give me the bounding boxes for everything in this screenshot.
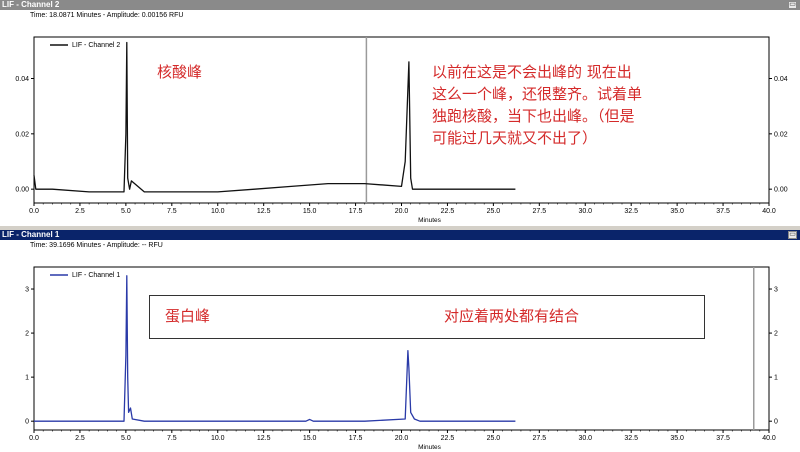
x-axis-label: Minutes (418, 217, 442, 224)
nucleic-acid-peak-label: 核酸峰 (157, 63, 203, 81)
y-tick-label-right: 0.02 (774, 131, 788, 138)
x-tick-label: 30.0 (578, 435, 592, 442)
x-tick-label: 27.5 (533, 435, 547, 442)
y-tick-label: 0.04 (15, 76, 29, 83)
protein-peak-label: 蛋白峰 (165, 307, 211, 325)
binding-comment: 对应着两处都有结合 (444, 307, 580, 325)
x-tick-label: 15.0 (303, 435, 317, 442)
y-tick-label-right: 0.00 (774, 187, 788, 194)
x-tick-label: 40.0 (762, 435, 776, 442)
y-tick-label: 0.00 (15, 187, 29, 194)
x-tick-label: 17.5 (349, 435, 363, 442)
comment-line: 这么一个峰，还很整齐。试着单 (432, 85, 643, 103)
x-tick-label: 25.0 (487, 208, 501, 215)
x-tick-label: 10.0 (211, 208, 225, 215)
y-tick-label: 0.02 (15, 131, 29, 138)
x-tick-label: 20.0 (395, 435, 409, 442)
x-tick-label: 22.5 (441, 435, 455, 442)
y-tick-label-right: 3 (774, 287, 778, 294)
x-tick-label: 35.0 (670, 208, 684, 215)
y-tick-label: 0 (25, 419, 29, 426)
x-tick-label: 32.5 (624, 208, 638, 215)
y-tick-label-right: 0 (774, 419, 778, 426)
comment-line: 以前在这是不会出峰的 现在出 (432, 63, 632, 81)
comment-line: 可能过几天就又不出了） (432, 129, 598, 147)
comment-line: 独跑核酸，当下也出峰。（但是 (432, 107, 635, 125)
plot-area (33, 266, 770, 431)
x-tick-label: 12.5 (257, 208, 271, 215)
y-tick-label-right: 0.04 (774, 76, 788, 83)
x-tick-label: 2.5 (75, 435, 85, 442)
x-tick-label: 0.0 (29, 208, 39, 215)
legend-label: LIF - Channel 2 (72, 42, 120, 49)
x-tick-label: 37.5 (716, 208, 730, 215)
legend-label: LIF - Channel 1 (72, 272, 120, 279)
restore-icon[interactable]: ▭ (788, 231, 797, 239)
channel2-title: LIF - Channel 2 (2, 0, 60, 9)
y-tick-label-right: 2 (774, 331, 778, 338)
x-tick-label: 32.5 (624, 435, 638, 442)
x-tick-label: 10.0 (211, 435, 225, 442)
channel2-plot[interactable]: LIF - Channel 2 0.0 2.5 5.0 7.5 10.0 12.5 15.0… (0, 10, 800, 226)
peak-comment: 以前在这是不会出峰的 现在出 这么一个峰，还很整齐。试着单 独跑核酸，当下也出峰… (432, 61, 642, 149)
x-tick-label: 37.5 (716, 435, 730, 442)
x-tick-label: 22.5 (441, 208, 455, 215)
x-tick-label: 7.5 (167, 435, 177, 442)
channel2-titlebar[interactable]: LIF - Channel 2 ▭ (0, 0, 800, 10)
x-tick-label: 40.0 (762, 208, 776, 215)
channel1-titlebar[interactable]: LIF - Channel 1 ▭ (0, 230, 800, 240)
x-axis-label: Minutes (418, 444, 442, 451)
x-tick-label: 20.0 (395, 208, 409, 215)
restore-icon[interactable]: ▭ (788, 1, 797, 9)
y-tick-label: 3 (25, 287, 29, 294)
x-tick-label: 0.0 (29, 435, 39, 442)
annotation-box (149, 295, 705, 339)
x-tick-label: 5.0 (121, 208, 131, 215)
x-tick-label: 30.0 (578, 208, 592, 215)
x-tick-label: 15.0 (303, 208, 317, 215)
x-tick-label: 27.5 (533, 208, 547, 215)
channel1-title: LIF - Channel 1 (2, 230, 60, 239)
y-tick-label: 2 (25, 331, 29, 338)
plot-area (33, 36, 770, 204)
x-tick-label: 17.5 (349, 208, 363, 215)
y-tick-label-right: 1 (774, 375, 778, 382)
x-tick-label: 12.5 (257, 435, 271, 442)
x-tick-label: 7.5 (167, 208, 177, 215)
channel1-plot[interactable]: LIF - Channel 1 0.0 2.5 5.0 7.5 10.0 12.5 15.0… (0, 240, 800, 452)
channel2-window: LIF - Channel 2 ▭ Time: 18.0871 Minutes … (0, 0, 800, 226)
x-tick-label: 35.0 (670, 435, 684, 442)
x-tick-label: 5.0 (121, 435, 131, 442)
x-tick-label: 25.0 (487, 435, 501, 442)
y-tick-label: 1 (25, 375, 29, 382)
channel1-window: LIF - Channel 1 ▭ Time: 39.1696 Minutes … (0, 230, 800, 452)
x-tick-label: 2.5 (75, 208, 85, 215)
